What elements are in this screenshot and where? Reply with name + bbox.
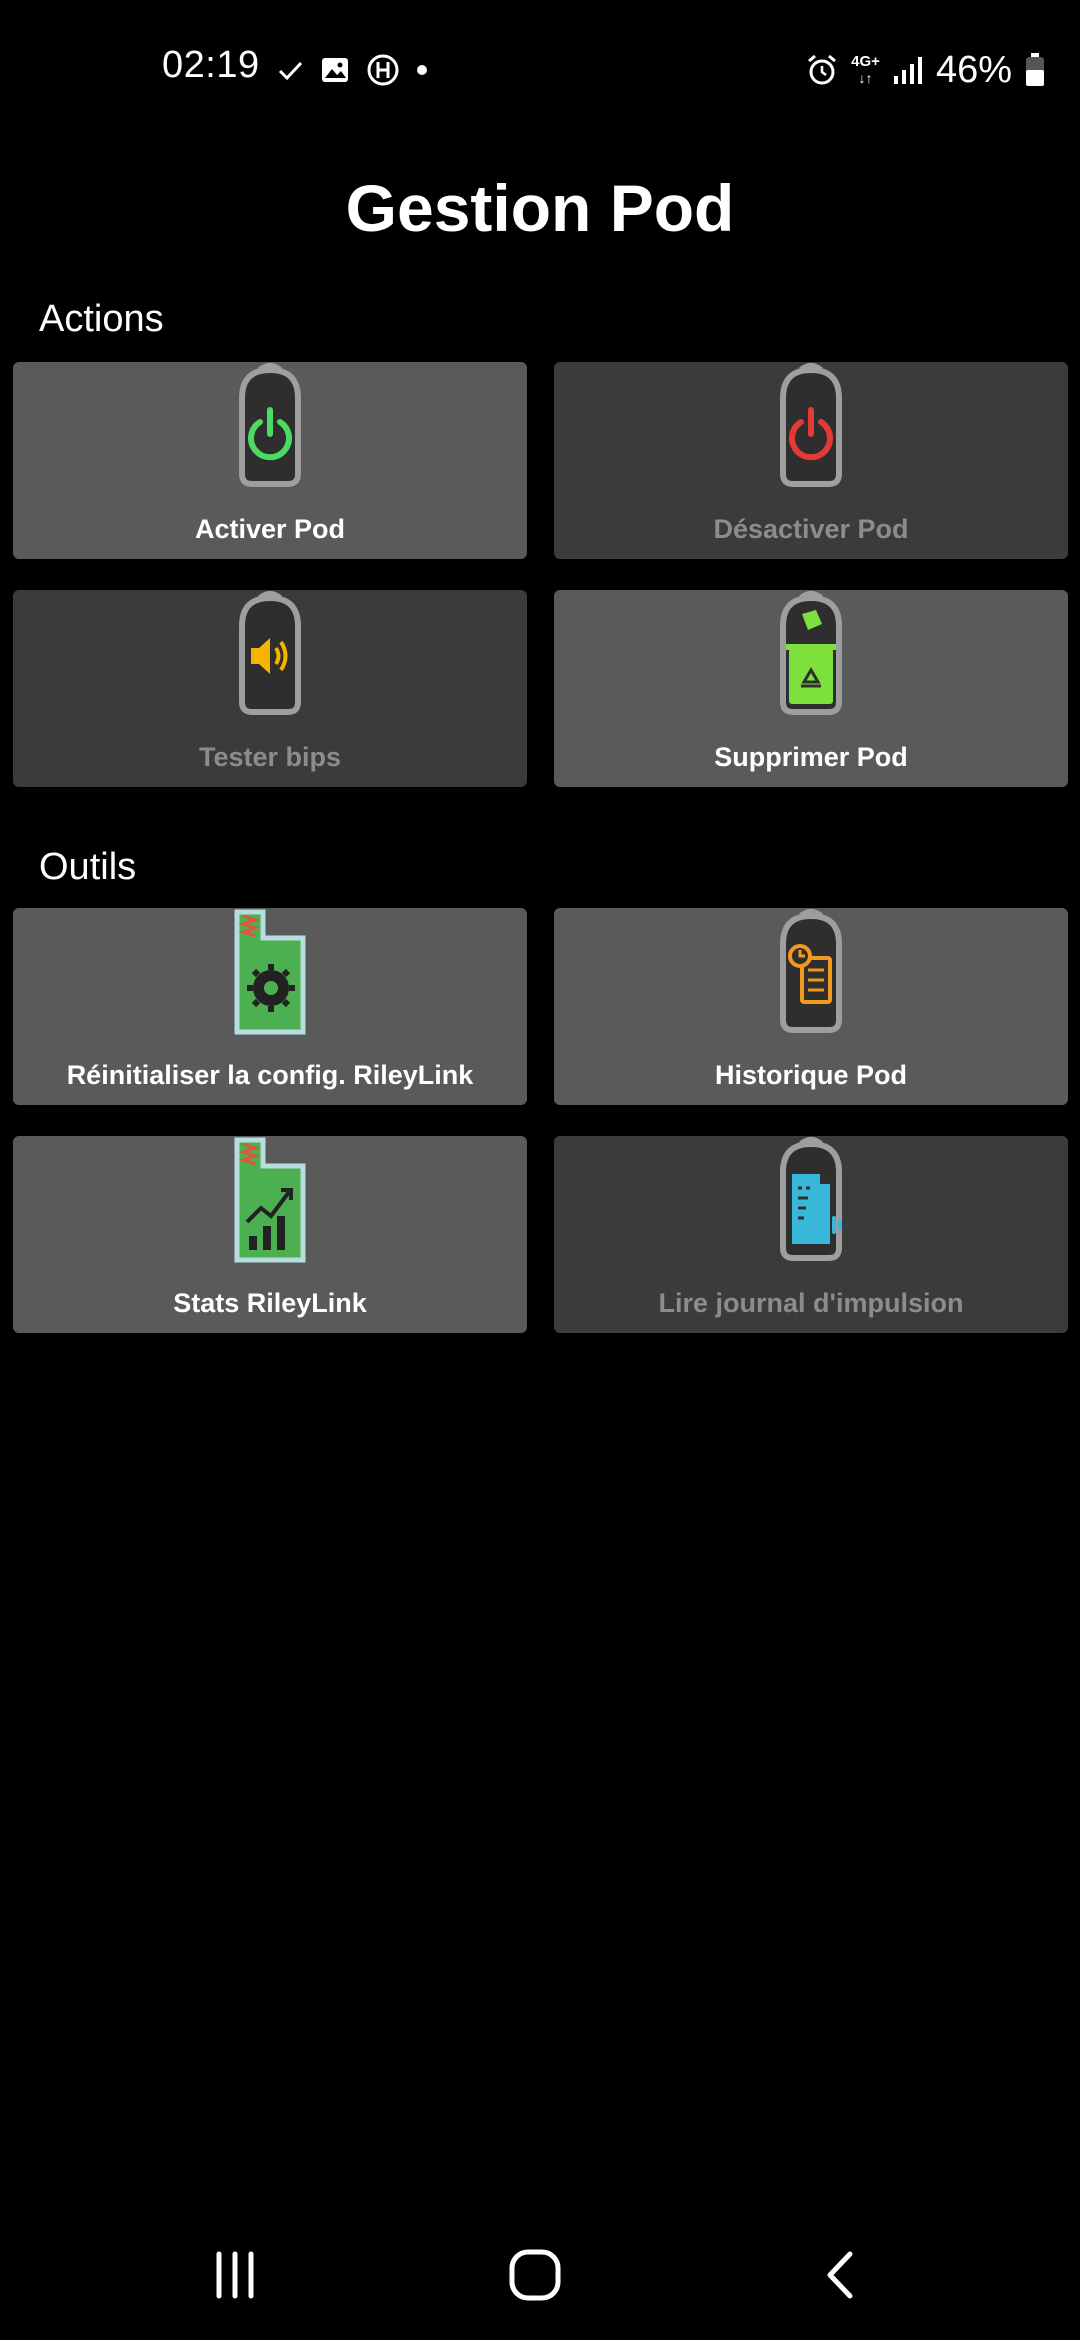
status-icons-right: 4G+ ↓↑ 46% bbox=[805, 48, 1046, 92]
recycle-bin-icon bbox=[780, 591, 842, 715]
dot-icon bbox=[417, 65, 427, 75]
pod-history-icon bbox=[780, 909, 842, 1033]
recents-icon bbox=[216, 2251, 254, 2299]
alarm-icon bbox=[808, 54, 837, 85]
test-beeps-button[interactable]: Tester bips bbox=[13, 590, 527, 787]
delete-pod-button[interactable]: Supprimer Pod bbox=[554, 590, 1068, 787]
rileylink-stats-button[interactable]: Stats RileyLink bbox=[13, 1136, 527, 1333]
read-pulse-log-label: Lire journal d'impulsion bbox=[658, 1288, 964, 1318]
rileylink-stats-icon bbox=[234, 1137, 306, 1263]
reset-rileylink-config-label: Réinitialiser la config. RileyLink bbox=[66, 1060, 474, 1090]
tools-grid: Réinitialiser la config. RileyLink Histo… bbox=[13, 908, 1068, 1333]
back-icon bbox=[827, 2251, 853, 2299]
status-time: 02:19 bbox=[162, 44, 260, 86]
recents-button[interactable] bbox=[190, 2230, 280, 2320]
status-icons-left bbox=[275, 50, 429, 90]
reset-rileylink-config-button[interactable]: Réinitialiser la config. RileyLink bbox=[13, 908, 527, 1105]
home-button[interactable] bbox=[490, 2230, 580, 2320]
pod-history-label: Historique Pod bbox=[714, 1060, 907, 1090]
activate-pod-label: Activer Pod bbox=[194, 514, 346, 544]
rileylink-reset-icon bbox=[234, 909, 306, 1035]
network-4g-icon: 4G+ ↓↑ bbox=[851, 53, 880, 87]
deactivate-pod-label: Désactiver Pod bbox=[713, 514, 909, 544]
page-title: Gestion Pod bbox=[345, 171, 735, 245]
test-beeps-label: Tester bips bbox=[198, 742, 342, 772]
deactivate-pod-button[interactable]: Désactiver Pod bbox=[554, 362, 1068, 559]
rileylink-stats-label: Stats RileyLink bbox=[173, 1288, 367, 1318]
status-bar: 02:19 4G+ ↓↑ 46% bbox=[0, 0, 1080, 140]
delete-pod-label: Supprimer Pod bbox=[714, 742, 908, 772]
section-label-tools: Outils bbox=[39, 846, 137, 888]
pulse-log-icon bbox=[780, 1137, 842, 1261]
battery-percent: 46% bbox=[935, 48, 1012, 91]
read-pulse-log-button[interactable]: Lire journal d'impulsion bbox=[554, 1136, 1068, 1333]
back-button[interactable] bbox=[795, 2230, 885, 2320]
activate-pod-button[interactable]: Activer Pod bbox=[13, 362, 527, 559]
speaker-icon bbox=[239, 591, 301, 715]
battery-icon bbox=[1026, 53, 1044, 86]
power-off-icon bbox=[780, 363, 842, 487]
home-icon bbox=[509, 2249, 561, 2301]
power-on-icon bbox=[239, 363, 301, 487]
signal-icon bbox=[893, 57, 922, 84]
section-label-actions: Actions bbox=[39, 298, 164, 340]
image-icon bbox=[322, 58, 348, 82]
navigation-bar bbox=[0, 2230, 1080, 2320]
actions-grid: Activer Pod Désactiver Pod Tester bips S… bbox=[13, 362, 1068, 787]
sync-icon bbox=[367, 54, 399, 86]
network-type: 4G+ bbox=[851, 53, 880, 70]
check-icon bbox=[278, 61, 303, 81]
pod-history-button[interactable]: Historique Pod bbox=[554, 908, 1068, 1105]
